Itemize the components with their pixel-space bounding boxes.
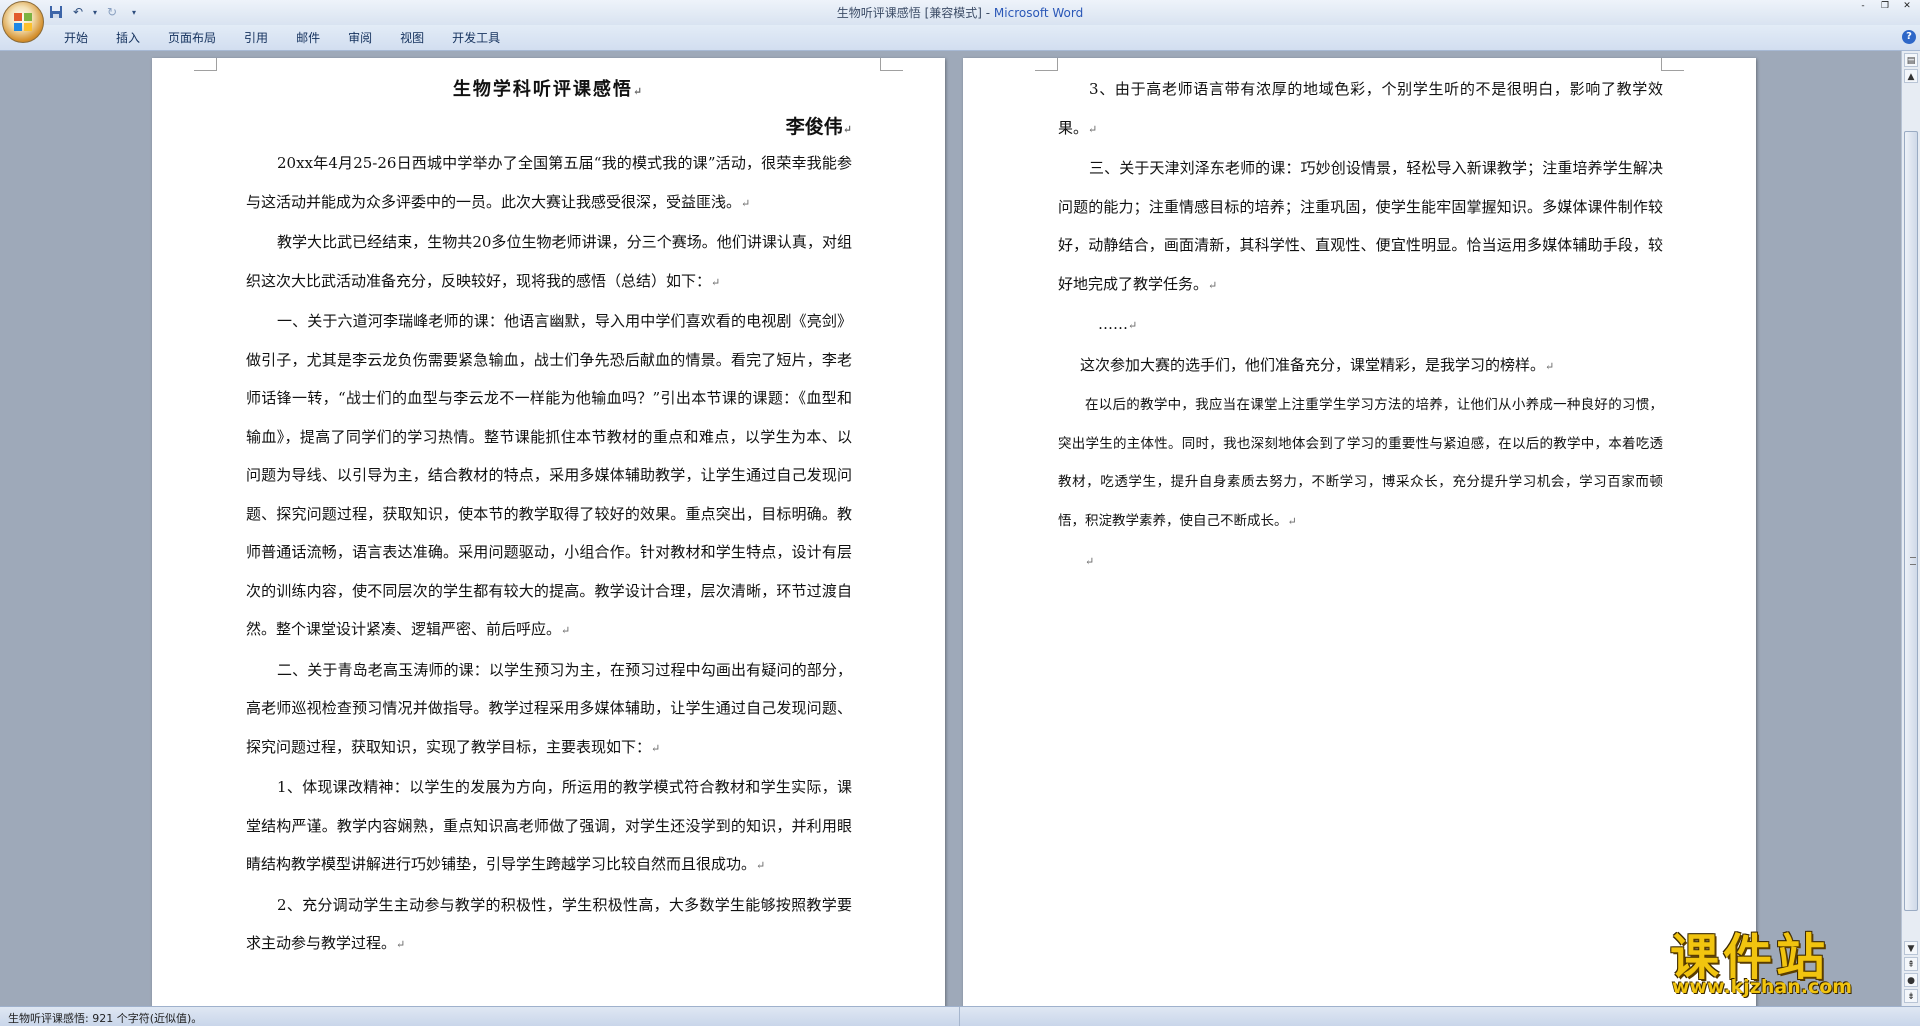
empty-paragraph: ↵ <box>1085 555 1095 568</box>
document-author: 李俊伟↵ <box>785 116 852 138</box>
help-icon[interactable]: ? <box>1902 30 1916 44</box>
tab-view[interactable]: 视图 <box>386 30 438 46</box>
application-name: Microsoft Word <box>993 6 1084 20</box>
tab-developer[interactable]: 开发工具 <box>438 30 514 46</box>
margin-corner-mark <box>1035 58 1058 71</box>
paragraph: 二、关于青岛老高玉涛师的课：以学生预习为主，在预习过程中勾画出有疑问的部分，高老… <box>246 660 852 756</box>
page-2-body: 3、由于高老师语言带有浓厚的地域色彩，个别学生听的不是很明白，影响了教学效果。↵… <box>1058 70 1663 582</box>
paragraph: 在以后的教学中，我应当在课堂上注重学生学习方法的培养，让他们从小养成一种良好的习… <box>1058 397 1663 529</box>
ribbon-tabs-bar: 开始 插入 页面布局 引用 邮件 审阅 视图 开发工具 ? <box>0 25 1920 51</box>
office-button[interactable] <box>2 1 44 43</box>
status-bar: 生物听评课感悟: 921 个字符(近似值)。 <box>0 1006 1920 1026</box>
document-page-1[interactable]: 生物学科听评课感悟↵ 李俊伟↵ 20xx年4月25-26日西城中学举办了全国第五… <box>152 58 945 1006</box>
tab-review[interactable]: 审阅 <box>334 30 386 46</box>
margin-corner-mark <box>1661 58 1684 71</box>
scroll-up-icon[interactable]: ▲ <box>1904 69 1918 83</box>
paragraph: 3、由于高老师语言带有浓厚的地域色彩，个别学生听的不是很明白，影响了教学效果。↵ <box>1058 80 1663 137</box>
office-logo-icon <box>14 13 32 31</box>
tab-page-layout[interactable]: 页面布局 <box>154 30 230 46</box>
previous-page-icon[interactable]: ⇞ <box>1904 957 1918 971</box>
watermark-url: www.kjzhan.com <box>1672 976 1853 998</box>
restore-button[interactable]: ❐ <box>1874 1 1896 11</box>
window-controls: - ❐ ✕ <box>1852 1 1918 11</box>
paragraph: ……↵ <box>1098 315 1138 333</box>
minimize-button[interactable]: - <box>1852 1 1874 11</box>
grip-icon <box>1910 557 1916 565</box>
close-button[interactable]: ✕ <box>1896 1 1918 11</box>
paragraph: 一、关于六道河李瑞峰老师的课：他语言幽默，导入用中学们喜欢看的电视剧《亮剑》做引… <box>246 312 852 638</box>
next-page-icon[interactable]: ⇟ <box>1904 989 1918 1003</box>
scroll-down-icon[interactable]: ▼ <box>1904 941 1918 955</box>
select-browse-object-icon[interactable]: ● <box>1904 973 1918 987</box>
scroll-thumb[interactable] <box>1904 131 1918 911</box>
word-count-status[interactable]: 生物听评课感悟: 921 个字符(近似值)。 <box>8 1010 202 1026</box>
paragraph: 这次参加大赛的选手们，他们准备充分，课堂精彩，是我学习的榜样。↵ <box>1080 355 1555 374</box>
margin-corner-mark <box>194 58 217 71</box>
page-1-body: 20xx年4月25-26日西城中学举办了全国第五届“我的模式我的课”活动，很荣幸… <box>246 144 852 965</box>
paragraph: 教学大比武已经结束，生物共20多位生物老师讲课，分三个赛场。他们讲课认真，对组织… <box>246 233 852 290</box>
window-title: 生物听评课感悟 [兼容模式] - Microsoft Word <box>0 4 1920 21</box>
tab-mailings[interactable]: 邮件 <box>282 30 334 46</box>
paragraph: 三、关于天津刘泽东老师的课：巧妙创设情景，轻松导入新课教学；注重培养学生解决问题… <box>1058 159 1663 293</box>
paragraph: 2、充分调动学生主动参与教学的积极性，学生积极性高，大多数学生能够按照教学要求主… <box>246 895 852 953</box>
margin-corner-mark <box>880 58 903 71</box>
vertical-scrollbar[interactable]: ▤ ▲ ▼ ⇞ ● ⇟ <box>1901 51 1920 1006</box>
document-page-2[interactable]: 3、由于高老师语言带有浓厚的地域色彩，个别学生听的不是很明白，影响了教学效果。↵… <box>963 58 1756 1006</box>
document-name: 生物听评课感悟 [兼容模式] - <box>836 6 994 20</box>
title-bar: ↶ ▾ ↻ ▾ 生物听评课感悟 [兼容模式] - Microsoft Word … <box>0 0 1920 43</box>
paragraph: 1、体现课改精神：以学生的发展为方向，所运用的教学模式符合教材和学生实际，课堂结… <box>246 778 852 873</box>
tab-insert[interactable]: 插入 <box>102 30 154 46</box>
status-divider <box>959 1007 960 1026</box>
tab-references[interactable]: 引用 <box>230 30 282 46</box>
ribbon-tabs: 开始 插入 页面布局 引用 邮件 审阅 视图 开发工具 <box>50 30 514 46</box>
document-title: 生物学科听评课感悟↵ <box>452 79 645 100</box>
paragraph: 20xx年4月25-26日西城中学举办了全国第五届“我的模式我的课”活动，很荣幸… <box>246 154 852 211</box>
tab-home[interactable]: 开始 <box>50 30 102 46</box>
ruler-toggle-icon[interactable]: ▤ <box>1904 53 1918 67</box>
site-watermark: 课件站 www.kjzhan.com <box>1670 918 1902 1000</box>
document-workspace: 生物学科听评课感悟↵ 李俊伟↵ 20xx年4月25-26日西城中学举办了全国第五… <box>0 51 1900 1006</box>
